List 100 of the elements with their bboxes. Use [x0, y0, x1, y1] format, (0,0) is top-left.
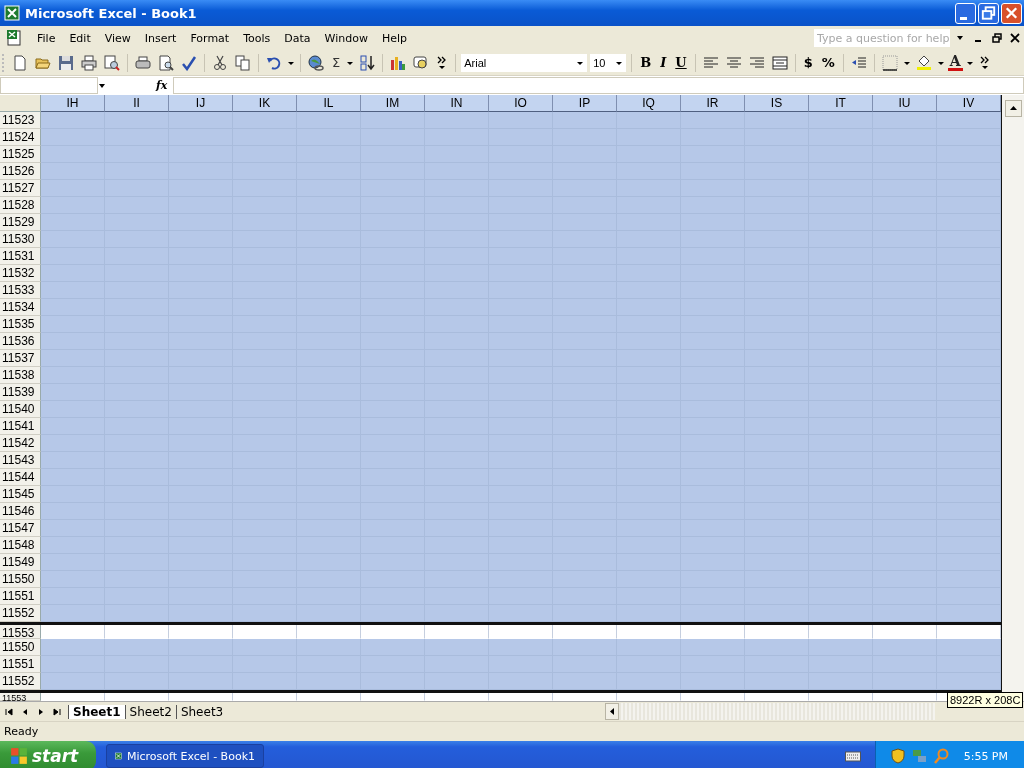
currency-button[interactable]: $ — [800, 55, 816, 70]
align-center-icon[interactable] — [725, 54, 742, 71]
select-all-button[interactable] — [0, 95, 41, 112]
autosum-button[interactable]: Σ — [329, 55, 344, 70]
font-color-button[interactable]: A — [947, 54, 963, 71]
save-icon[interactable] — [58, 54, 74, 71]
close-button[interactable] — [1001, 2, 1022, 24]
row-header[interactable]: 11546 — [0, 503, 41, 520]
row-header[interactable]: 11551 — [0, 656, 41, 673]
column-header[interactable]: IJ — [169, 95, 233, 112]
row-header[interactable]: 11543 — [0, 452, 41, 469]
row-header[interactable]: 11532 — [0, 265, 41, 282]
new-document-icon[interactable] — [12, 54, 28, 71]
sheet-tab[interactable]: Sheet2 — [124, 704, 176, 719]
row-header[interactable]: 11527 — [0, 180, 41, 197]
menu-item[interactable]: Insert — [137, 31, 184, 45]
column-header[interactable]: IU — [873, 95, 937, 112]
row-header[interactable]: 11551 — [0, 588, 41, 605]
formula-field[interactable] — [173, 77, 1024, 94]
network-icon[interactable] — [911, 748, 928, 764]
first-sheet-icon[interactable] — [4, 706, 14, 717]
last-sheet-icon[interactable] — [52, 706, 62, 717]
row-header[interactable]: 11530 — [0, 231, 41, 248]
chevron-icon[interactable] — [979, 54, 990, 71]
merge-center-icon[interactable] — [771, 54, 788, 71]
row-header[interactable]: 11547 — [0, 520, 41, 537]
row-header[interactable]: 11523 — [0, 112, 41, 129]
insert-function-button[interactable]: fx — [156, 79, 168, 92]
row-header[interactable]: 11552 — [0, 673, 41, 690]
paint-bucket-icon[interactable] — [915, 54, 932, 71]
row-header[interactable]: 11528 — [0, 197, 41, 214]
help-search-field[interactable]: Type a question for help — [814, 29, 950, 47]
close-icon[interactable] — [1010, 33, 1020, 43]
row-header[interactable]: 11539 — [0, 384, 41, 401]
column-header[interactable]: IP — [553, 95, 617, 112]
sheet-tab[interactable]: Sheet3 — [175, 704, 228, 719]
row-header[interactable]: 11542 — [0, 435, 41, 452]
column-header[interactable]: IN — [425, 95, 489, 112]
row-header[interactable]: 11549 — [0, 554, 41, 571]
shield-icon[interactable] — [889, 748, 906, 764]
row-header[interactable]: 11550 — [0, 571, 41, 588]
caret-icon[interactable] — [956, 34, 964, 42]
bar-chart-icon[interactable] — [390, 54, 407, 71]
column-header[interactable]: IQ — [617, 95, 681, 112]
column-header[interactable]: IO — [489, 95, 553, 112]
sort-ascending-icon[interactable] — [359, 54, 376, 71]
row-header[interactable]: 11525 — [0, 146, 41, 163]
menu-item[interactable]: Tools — [236, 31, 278, 45]
scissors-icon[interactable] — [212, 54, 228, 71]
horizontal-scrollbar[interactable] — [605, 703, 936, 720]
menu-item[interactable]: View — [97, 31, 138, 45]
row-header[interactable]: 11553 — [0, 693, 41, 701]
row-header[interactable]: 11545 — [0, 486, 41, 503]
drawing-tools-icon[interactable] — [413, 54, 430, 71]
row-header[interactable]: 11535 — [0, 316, 41, 333]
column-header[interactable]: IV — [937, 95, 1001, 112]
row-header[interactable]: 11529 — [0, 214, 41, 231]
font-name-dropdown[interactable]: Arial — [461, 53, 588, 72]
menu-item[interactable]: Window — [317, 31, 375, 45]
workbook-icon[interactable] — [6, 29, 24, 47]
row-header[interactable]: 11544 — [0, 469, 41, 486]
row-header[interactable]: 11552 — [0, 605, 41, 622]
row-header[interactable]: 11537 — [0, 350, 41, 367]
printer-icon[interactable] — [81, 54, 97, 71]
menu-item[interactable]: Format — [183, 31, 237, 45]
clock[interactable]: 5:55 PM — [963, 749, 1008, 763]
column-header[interactable]: IK — [233, 95, 297, 112]
row-header[interactable]: 11541 — [0, 418, 41, 435]
column-header[interactable]: IL — [297, 95, 361, 112]
font-size-dropdown[interactable]: 10 — [590, 53, 627, 72]
column-header[interactable]: IM — [361, 95, 425, 112]
column-header[interactable]: IH — [41, 95, 105, 112]
align-left-icon[interactable] — [702, 54, 719, 71]
row-header[interactable]: 11538 — [0, 367, 41, 384]
row-header[interactable]: 11548 — [0, 537, 41, 554]
row-header[interactable]: 11531 — [0, 248, 41, 265]
sheet-tab[interactable]: Sheet1 — [68, 704, 125, 719]
printer-icon[interactable] — [135, 54, 151, 71]
globe-link-icon[interactable] — [308, 54, 324, 71]
format-button[interactable]: U — [672, 55, 690, 70]
decrease-indent-icon[interactable] — [850, 54, 867, 71]
print-preview-icon[interactable] — [158, 54, 174, 71]
restore-button[interactable] — [978, 2, 999, 24]
align-right-icon[interactable] — [748, 54, 765, 71]
borders-icon[interactable] — [881, 54, 898, 71]
copy-icon[interactable] — [235, 54, 251, 71]
scroll-left-icon[interactable] — [605, 703, 620, 720]
row-header[interactable]: 11524 — [0, 129, 41, 146]
row-header[interactable]: 11550 — [0, 639, 41, 656]
scroll-up-icon[interactable] — [1005, 100, 1022, 117]
menu-item[interactable]: File — [30, 31, 63, 45]
format-button[interactable]: B — [637, 55, 655, 70]
column-header[interactable]: II — [105, 95, 169, 112]
magnifier-icon[interactable] — [933, 748, 950, 764]
column-header[interactable]: IS — [745, 95, 809, 112]
row-header[interactable]: 11526 — [0, 163, 41, 180]
spelling-check-icon[interactable] — [181, 54, 197, 71]
menu-item[interactable]: Edit — [62, 31, 98, 45]
row-header[interactable]: 11536 — [0, 333, 41, 350]
menu-item[interactable]: Data — [277, 31, 318, 45]
